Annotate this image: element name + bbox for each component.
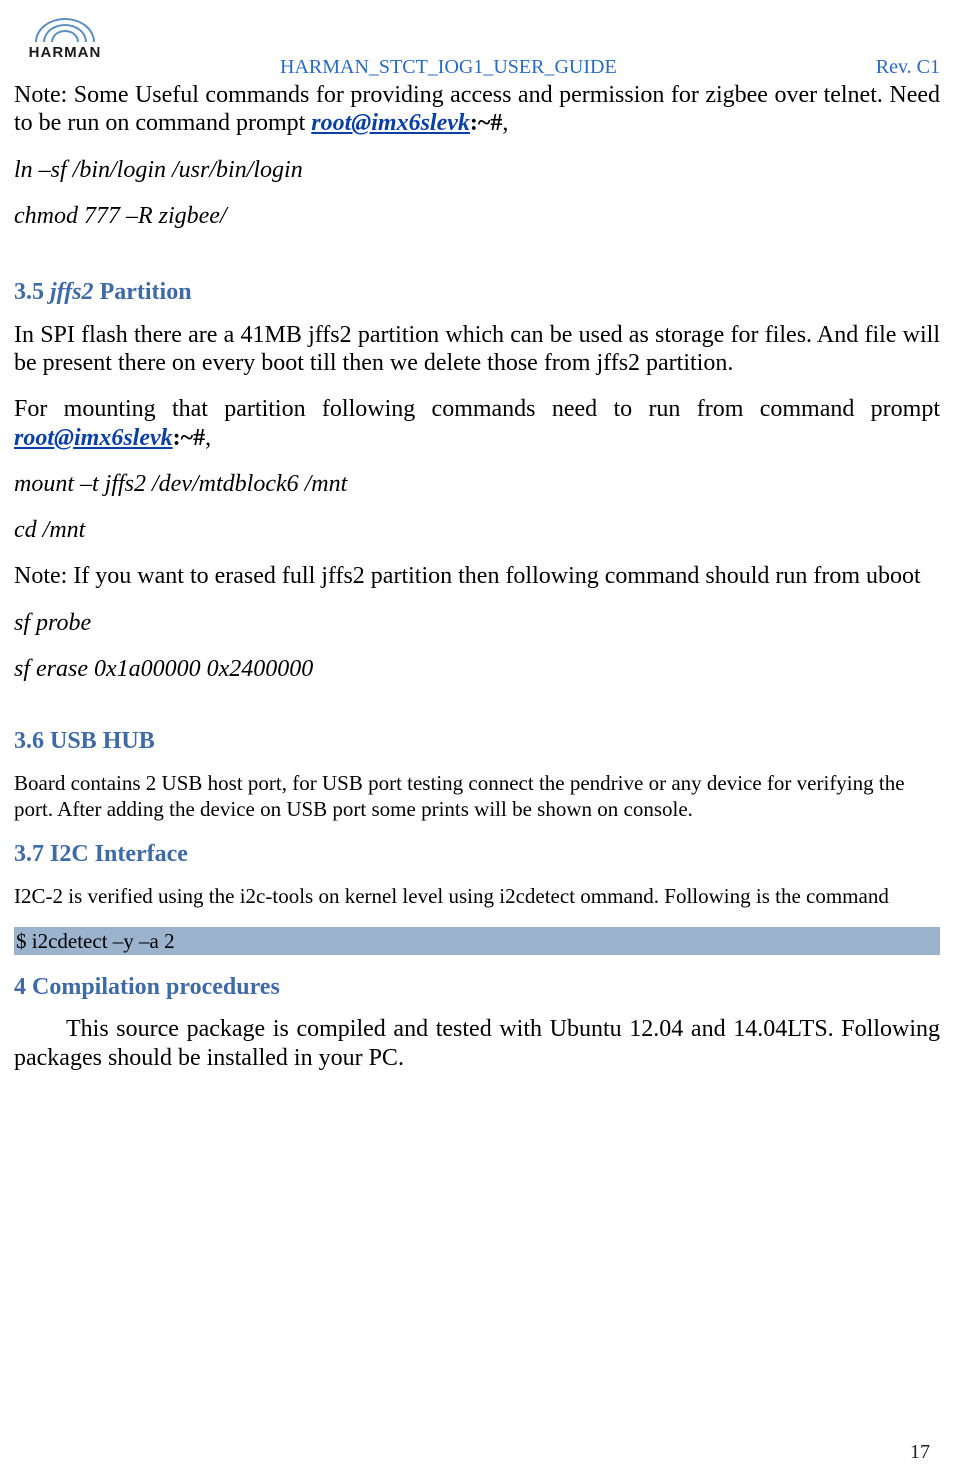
cmd-sf-probe: sf probe (14, 609, 940, 637)
section-4-heading: 4 Compilation procedures (14, 973, 940, 1001)
sec35-jffs2: jffs2 (50, 279, 94, 305)
sec4-p1: This source package is compiled and test… (14, 1015, 940, 1072)
comma: , (502, 110, 508, 136)
cmd-mount: mount –t jffs2 /dev/mtdblock6 /mnt (14, 470, 940, 498)
prompt-link[interactable]: root@imx6slevk (311, 110, 470, 136)
section-3-7-heading: 3.7 I2C Interface (14, 840, 940, 868)
prompt-suffix: :~# (470, 110, 502, 136)
prompt-suffix-2: :~# (173, 425, 205, 451)
sec35-rest: Partition (94, 279, 192, 305)
section-3-5-heading: 3.5 jffs2 Partition (14, 278, 940, 306)
revision-label: Rev. C1 (876, 56, 940, 79)
sec35-note: Note: If you want to erased full jffs2 p… (14, 562, 940, 590)
logo-arcs-icon (35, 18, 95, 42)
cmd-sf-erase: sf erase 0x1a00000 0x2400000 (14, 655, 940, 683)
sec35-p2: For mounting that partition following co… (14, 395, 940, 452)
cmd-ln: ln –sf /bin/login /usr/bin/login (14, 156, 940, 184)
brand-name: HARMAN (29, 44, 102, 61)
section-3-6-heading: 3.6 USB HUB (14, 727, 940, 755)
document-title: HARMAN_STCT_IOG1_USER_GUIDE (280, 56, 617, 79)
sec36-p1: Board contains 2 USB host port, for USB … (14, 770, 940, 823)
comma-2: , (205, 425, 211, 451)
sec35-p2-text: For mounting that partition following co… (14, 396, 940, 422)
i2cdetect-command: $ i2cdetect –y –a 2 (14, 927, 940, 955)
brand-logo: HARMAN (14, 12, 116, 67)
prompt-link-2[interactable]: root@imx6slevk (14, 425, 173, 451)
sec35-p1: In SPI flash there are a 41MB jffs2 part… (14, 321, 940, 378)
cmd-cd: cd /mnt (14, 516, 940, 544)
sec37-p1: I2C-2 is verified using the i2c-tools on… (14, 883, 940, 909)
cmd-chmod: chmod 777 –R zigbee/ (14, 202, 940, 230)
sec35-num: 3.5 (14, 279, 50, 305)
note-zigbee: Note: Some Useful commands for providing… (14, 81, 940, 138)
page-number: 17 (910, 1441, 930, 1464)
